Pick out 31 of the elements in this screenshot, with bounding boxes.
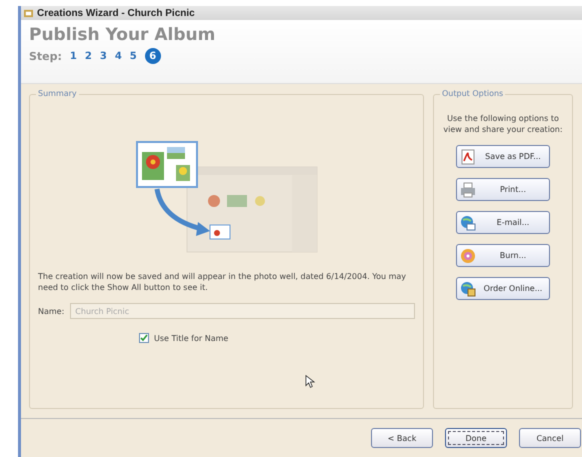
window-title: Creations Wizard - Church Picnic	[37, 8, 195, 18]
step-link[interactable]: 1	[70, 50, 77, 62]
output-button[interactable]: Order Online...	[456, 277, 550, 300]
wizard-button[interactable]: < Back	[371, 428, 433, 448]
wizard-button[interactable]: Cancel	[519, 428, 581, 448]
printer-icon	[460, 182, 476, 198]
group-label: Output Options	[440, 89, 506, 98]
globe-cart-icon	[460, 280, 476, 296]
step-link[interactable]: 3	[100, 50, 107, 62]
pointer-icon	[305, 374, 315, 389]
summary-text: The creation will now be saved and will appear in the photo well, dated 6/14/2004. You may need to click the Show All button to see it.	[38, 271, 408, 293]
output-button[interactable]: Save as PDF...	[456, 145, 550, 168]
disc-icon	[460, 248, 476, 264]
checkbox[interactable]	[139, 333, 149, 343]
pdf-icon	[460, 148, 476, 164]
output-button[interactable]: Burn...	[456, 244, 550, 267]
step-link[interactable]: 6	[144, 48, 161, 64]
checkbox-label: Use Title for Name	[154, 334, 228, 342]
output-button[interactable]: Print...	[456, 178, 550, 201]
email-icon	[460, 214, 476, 230]
output-button[interactable]: E-mail...	[456, 211, 550, 234]
instructions-text: Use the following options to view and share your creation:	[442, 113, 564, 135]
group-label: Summary	[36, 89, 79, 98]
name-label: Name:	[38, 306, 64, 316]
page-title: Publish Your Album	[29, 25, 216, 45]
step-link[interactable]: 2	[84, 50, 92, 62]
default-button[interactable]: Done	[445, 428, 507, 448]
app-icon	[24, 8, 33, 18]
step-label: Step:	[29, 50, 62, 62]
step-link[interactable]: 4	[114, 50, 122, 62]
step-link[interactable]: 5	[130, 50, 137, 62]
